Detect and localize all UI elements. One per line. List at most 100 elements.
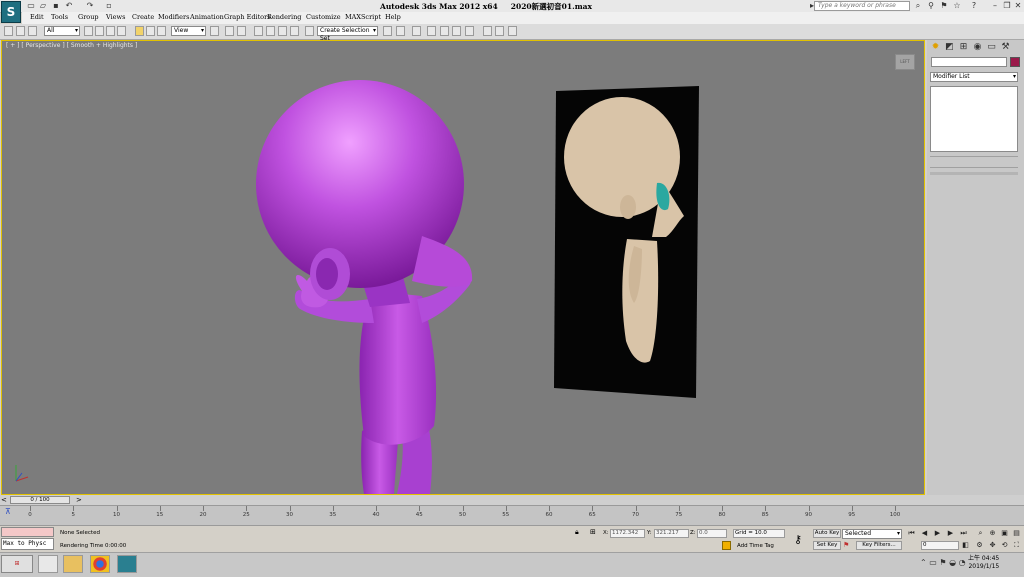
set-key-button[interactable]: Set Key xyxy=(813,541,841,550)
x-coordinate-field[interactable]: 1172.342 xyxy=(610,529,645,538)
close-icon[interactable]: ✕ xyxy=(1013,1,1023,11)
schematic-view-icon[interactable] xyxy=(452,26,461,36)
select-object-icon[interactable] xyxy=(84,26,93,36)
edit-named-selection-icon[interactable] xyxy=(305,26,314,36)
render-setup-icon[interactable] xyxy=(483,26,492,36)
zoom-extents-all-icon[interactable]: ▤ xyxy=(1012,529,1021,538)
select-manipulate-icon[interactable] xyxy=(225,26,234,36)
menu-tools[interactable]: Tools xyxy=(51,13,68,21)
window-crossing-icon[interactable] xyxy=(117,26,126,36)
menu-animation[interactable]: Animation xyxy=(190,13,224,21)
move-icon[interactable] xyxy=(135,26,144,36)
current-frame-field[interactable]: 0 xyxy=(921,541,959,550)
menu-modifiers[interactable]: Modifiers xyxy=(158,13,189,21)
scene-render[interactable] xyxy=(2,41,924,494)
motion-tab-icon[interactable]: ◉ xyxy=(972,42,983,53)
pivot-center-icon[interactable] xyxy=(210,26,219,36)
utilities-tab-icon[interactable]: ⚒ xyxy=(1000,42,1011,53)
render-production-icon[interactable] xyxy=(508,26,517,36)
key-mode-dropdown[interactable]: Selected xyxy=(842,529,902,539)
maxscript-listener-output[interactable] xyxy=(1,527,54,537)
next-frame-icon[interactable]: > xyxy=(76,496,82,504)
maximize-viewport-icon[interactable]: ⛶ xyxy=(1012,541,1021,550)
time-slider-thumb[interactable]: 0 / 100 xyxy=(10,496,70,504)
play-icon[interactable]: ▶ xyxy=(933,529,942,538)
pan-icon[interactable]: ✥ xyxy=(988,541,997,550)
taskbar-folder-icon[interactable] xyxy=(63,555,83,573)
object-color-swatch[interactable] xyxy=(1010,57,1020,67)
select-by-name-icon[interactable] xyxy=(95,26,104,36)
display-tab-icon[interactable]: ▭ xyxy=(986,42,997,53)
object-name-field[interactable] xyxy=(931,57,1007,67)
track-bar[interactable] xyxy=(0,505,1024,526)
previous-frame-icon[interactable]: < xyxy=(1,496,7,504)
system-tray-icons[interactable]: ⌃ ▭ ⚑ ◒ ◔ xyxy=(920,558,966,567)
redo-icon[interactable]: ↷ xyxy=(85,1,95,10)
key-mode-toggle-icon[interactable]: ◧ xyxy=(961,541,970,550)
menu-maxscript[interactable]: MAXScript xyxy=(345,13,381,21)
taskbar-3dsmax-icon[interactable] xyxy=(117,555,137,573)
new-file-icon[interactable]: ▭ xyxy=(26,1,36,10)
menu-create[interactable]: Create xyxy=(132,13,154,21)
orbit-icon[interactable]: ⟲ xyxy=(1000,541,1009,550)
go-to-start-icon[interactable]: ⏮ xyxy=(907,529,916,538)
menu-help[interactable]: Help xyxy=(385,13,401,21)
z-coordinate-field[interactable]: 0.0 xyxy=(697,529,727,538)
hierarchy-tab-icon[interactable]: ⊞ xyxy=(958,42,969,53)
previous-key-icon[interactable]: ◀ xyxy=(920,529,929,538)
open-file-icon[interactable]: ▱ xyxy=(38,1,48,10)
time-configuration-icon[interactable]: ⚙ xyxy=(975,541,984,550)
rectangle-selection-icon[interactable] xyxy=(106,26,115,36)
time-slider[interactable] xyxy=(0,495,1024,505)
set-key-icon[interactable]: ⚷ xyxy=(794,533,802,546)
transform-mode-icon[interactable]: ⊞ xyxy=(590,528,596,536)
modifier-list-dropdown[interactable]: Modifier List xyxy=(930,72,1018,82)
add-time-tag[interactable]: Add Time Tag xyxy=(737,543,774,549)
search-icon[interactable]: ⌕ xyxy=(913,1,923,11)
taskbar-clock[interactable]: 上午 04:45 2019/1/15 xyxy=(968,555,999,571)
rendered-frame-window-icon[interactable] xyxy=(495,26,504,36)
menu-group[interactable]: Group xyxy=(78,13,99,21)
scale-icon[interactable] xyxy=(157,26,166,36)
zoom-extents-icon[interactable]: ▣ xyxy=(1000,529,1009,538)
help-icon[interactable]: ? xyxy=(969,1,979,11)
zoom-all-icon[interactable]: ⊕ xyxy=(988,529,997,538)
time-tag-icon[interactable] xyxy=(722,541,731,550)
select-link-icon[interactable] xyxy=(16,26,25,36)
favorites-icon[interactable]: ☆ xyxy=(952,1,962,11)
key-filters-button[interactable]: Key Filters... xyxy=(856,541,902,550)
go-to-end-icon[interactable]: ⏭ xyxy=(959,529,968,538)
menu-edit[interactable]: Edit xyxy=(30,13,44,21)
create-tab-icon[interactable]: ✹ xyxy=(930,42,941,53)
layer-manager-icon[interactable] xyxy=(412,26,421,36)
undo-toolbar-icon[interactable] xyxy=(4,26,13,36)
named-selection-dropdown[interactable]: Create Selection Set xyxy=(317,26,378,42)
search-input[interactable]: Type a keyword or phrase xyxy=(814,1,910,11)
subscription-icon[interactable]: ⚲ xyxy=(926,1,936,11)
snaps-toggle-icon[interactable] xyxy=(254,26,263,36)
restore-icon[interactable]: ❐ xyxy=(1002,1,1012,11)
align-icon[interactable] xyxy=(396,26,405,36)
menu-views[interactable]: Views xyxy=(106,13,125,21)
communication-icon[interactable]: ⚑ xyxy=(939,1,949,11)
taskbar-chrome-icon[interactable] xyxy=(90,555,110,573)
start-button[interactable]: ⊞ xyxy=(1,555,33,573)
zoom-icon[interactable]: ⌕ xyxy=(976,529,985,538)
curve-editor-mini-icon[interactable]: ⊼ xyxy=(5,507,11,516)
menu-rendering[interactable]: Rendering xyxy=(267,13,301,21)
curve-editor-icon[interactable] xyxy=(440,26,449,36)
application-button[interactable]: S xyxy=(1,1,21,23)
maxscript-input[interactable]: Max to Physc xyxy=(1,538,54,550)
selection-filter-dropdown[interactable]: All xyxy=(44,26,80,36)
perspective-viewport[interactable]: [ + ] [ Perspective ] [ Smooth + Highlig… xyxy=(1,40,925,495)
menu-customize[interactable]: Customize xyxy=(306,13,341,21)
minimize-icon[interactable]: – xyxy=(990,1,1000,11)
key-filters-icon[interactable]: ⚑ xyxy=(843,541,849,549)
unlink-icon[interactable] xyxy=(28,26,37,36)
angle-snap-icon[interactable] xyxy=(266,26,275,36)
material-editor-icon[interactable] xyxy=(465,26,474,36)
y-coordinate-field[interactable]: 321.217 xyxy=(654,529,689,538)
undo-icon[interactable]: ↶ xyxy=(64,1,74,10)
modifier-stack[interactable] xyxy=(930,86,1018,152)
spinner-snap-icon[interactable] xyxy=(290,26,299,36)
